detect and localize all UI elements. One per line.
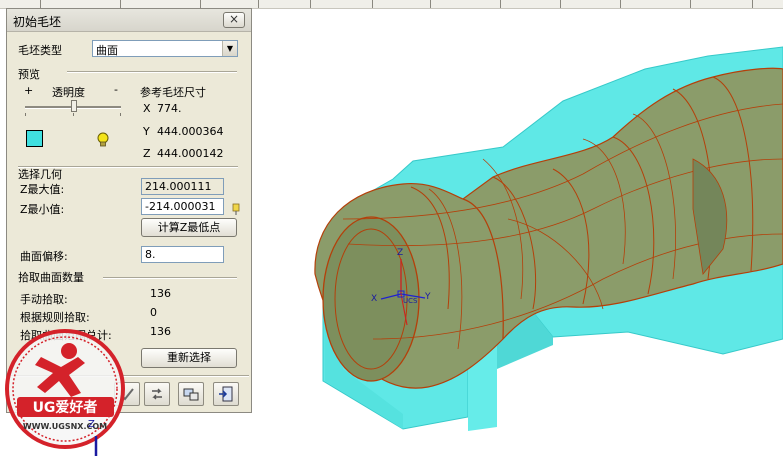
lightbulb-icon[interactable] xyxy=(96,132,110,148)
surface-offset-value: 8. xyxy=(145,248,156,261)
ref-z-value: 444.000142 xyxy=(157,147,224,160)
select-geometry-label: 选择几何 xyxy=(18,168,62,181)
display-button[interactable] xyxy=(178,382,204,406)
svg-text:Z: Z xyxy=(88,419,95,430)
world-axis-fragment: Z xyxy=(88,419,98,456)
transparency-plus-label: + xyxy=(24,84,34,97)
exit-icon xyxy=(219,386,233,402)
ref-x-value: 774. xyxy=(157,102,182,115)
manual-pick-label: 手动拾取: xyxy=(20,293,68,306)
zmax-label: Z最大值: xyxy=(20,183,65,196)
apply-button[interactable] xyxy=(144,382,170,406)
model-view: Z X Y UCS xyxy=(314,46,783,431)
reselect-label: 重新选择 xyxy=(167,351,211,364)
triad-origin-label: UCS xyxy=(403,297,418,305)
triad-y-label: Y xyxy=(424,292,431,302)
pick-surface-count-label: 拾取曲面数量 xyxy=(18,271,84,284)
surface-offset-label: 曲面偏移: xyxy=(20,250,68,263)
transparency-label: 透明度 xyxy=(52,86,85,99)
slider-tick xyxy=(25,113,26,116)
chevron-down-icon[interactable]: ▼ xyxy=(222,41,237,56)
dialog-titlebar[interactable]: 初始毛坯 × xyxy=(7,9,251,32)
rule-pick-label: 根据规则拾取: xyxy=(20,311,90,324)
slider-tick xyxy=(120,113,121,116)
ugsnx-watermark-logo: UG爱好者 WWW.UGSNX.COM xyxy=(5,329,125,449)
watermark-brand: UG爱好者 xyxy=(33,399,98,416)
triad-x-label: X xyxy=(371,294,377,304)
close-button[interactable]: × xyxy=(223,12,245,28)
zmin-value: -214.000031 xyxy=(145,200,216,213)
transparency-slider-thumb[interactable] xyxy=(71,100,77,112)
divider xyxy=(67,71,237,73)
calculate-z-lowest-button[interactable]: 计算Z最低点 xyxy=(141,218,237,237)
zmax-field: 214.000111 xyxy=(141,178,224,195)
zmin-field[interactable]: -214.000031 xyxy=(141,198,224,215)
divider xyxy=(103,277,237,279)
ref-z-label: Z xyxy=(143,147,151,160)
preview-label: 预览 xyxy=(18,68,40,81)
pick-total-value: 136 xyxy=(150,325,171,338)
zmax-value: 214.000111 xyxy=(145,180,212,193)
slider-tick xyxy=(73,113,74,116)
blank-type-label: 毛坯类型 xyxy=(18,44,62,57)
blank-type-value: 曲面 xyxy=(96,44,118,57)
color-swatch[interactable] xyxy=(26,130,43,147)
surface-offset-field[interactable]: 8. xyxy=(141,246,224,263)
calculate-z-lowest-label: 计算Z最低点 xyxy=(157,221,221,234)
manual-pick-value: 136 xyxy=(150,287,171,300)
graphics-viewport[interactable]: Z X Y UCS xyxy=(253,9,783,456)
reselect-button[interactable]: 重新选择 xyxy=(141,348,237,368)
close-icon: × xyxy=(228,12,240,26)
exit-button[interactable] xyxy=(213,382,239,406)
undo-arrows-icon xyxy=(152,388,162,400)
ref-y-label: Y xyxy=(143,125,150,138)
display-icon xyxy=(183,388,199,401)
rule-pick-value: 0 xyxy=(150,306,157,319)
blank-type-select[interactable]: 曲面 ▼ xyxy=(92,40,238,57)
ref-x-label: X xyxy=(143,102,151,115)
dialog-title: 初始毛坯 xyxy=(13,15,62,29)
triad-z-label: Z xyxy=(397,248,403,258)
zmin-label: Z最小值: xyxy=(20,203,65,216)
ref-y-value: 444.000364 xyxy=(157,125,224,138)
transparency-minus-label: - xyxy=(114,83,118,96)
pin-icon[interactable] xyxy=(232,203,240,215)
reference-size-label: 参考毛坯尺寸 xyxy=(140,86,206,99)
